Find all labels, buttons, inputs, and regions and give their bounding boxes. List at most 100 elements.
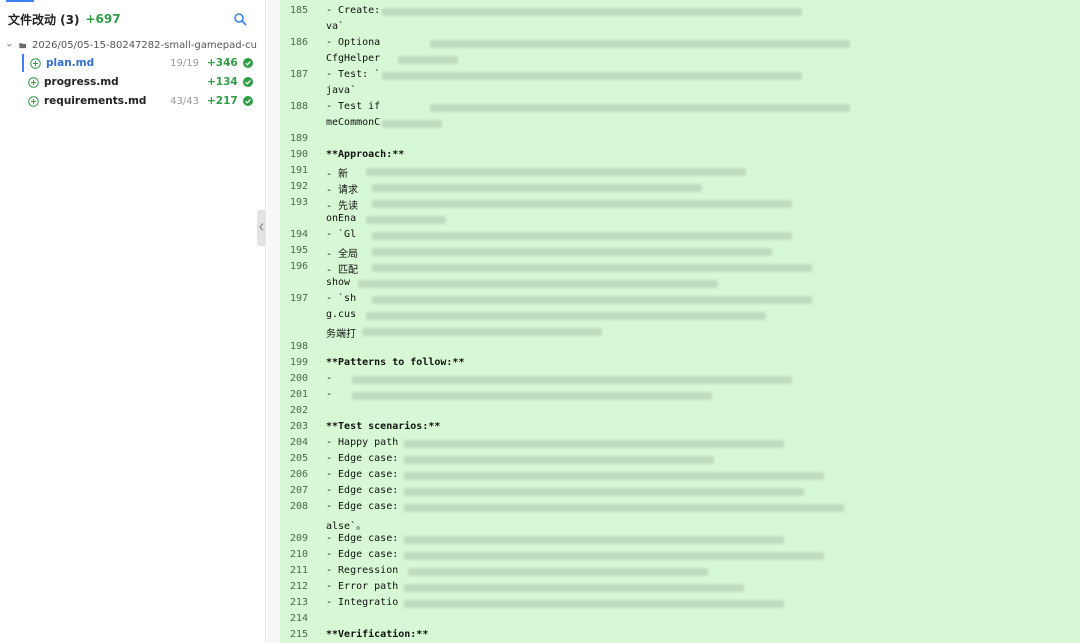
line-number: 209	[289, 533, 308, 544]
code-line: 务端打	[280, 324, 1080, 340]
total-additions: +697	[85, 12, 121, 26]
line-number: 191	[289, 165, 308, 176]
line-number: 203	[289, 421, 308, 432]
file-name: progress.md	[44, 76, 119, 88]
line-number: 188	[289, 101, 308, 112]
collapse-sidebar-handle[interactable]	[257, 210, 266, 246]
line-text: - Edge case:	[326, 485, 399, 496]
search-icon[interactable]	[233, 12, 247, 26]
line-text: **Patterns to follow:**	[326, 357, 465, 368]
line-number: 211	[289, 565, 308, 576]
code-line: onEna	[280, 212, 1080, 228]
line-text: - Edge case:	[326, 469, 399, 480]
file-progress-count: 43/43	[170, 95, 199, 107]
code-line: va`	[280, 20, 1080, 36]
added-file-icon	[28, 76, 39, 88]
code-line: 209 - Edge case:	[280, 532, 1080, 548]
line-text: - Create:	[326, 5, 387, 16]
file-additions: +217	[207, 95, 238, 107]
line-wrap-text: show	[326, 277, 351, 288]
code-line: 208 - Edge case:	[280, 500, 1080, 516]
line-number: 212	[289, 581, 308, 592]
code-line: 185 - Create:	[280, 4, 1080, 20]
code-line: 210 - Edge case:	[280, 548, 1080, 564]
code-line: 194 - `Gl	[280, 228, 1080, 244]
line-number: 196	[289, 261, 308, 272]
code-line: 193 - 先读	[280, 196, 1080, 212]
sidebar-title: 文件改动 (3)	[8, 12, 80, 27]
code-line: 206 - Edge case:	[280, 468, 1080, 484]
code-line: 202	[280, 404, 1080, 420]
redacted-text	[404, 536, 784, 544]
file-name: requirements.md	[44, 95, 147, 107]
redacted-text	[372, 296, 812, 304]
line-number: 197	[289, 293, 308, 304]
line-text: - 匹配	[326, 265, 359, 276]
folder-row[interactable]: 2026/05/05-15-80247282-small-gamepad-cu	[6, 37, 257, 53]
redacted-text	[382, 72, 802, 80]
check-circle-icon	[243, 77, 253, 87]
code-line: 213 - Integratio	[280, 596, 1080, 612]
line-number: 214	[289, 613, 308, 624]
file-item-requirements[interactable]: requirements.md 43/43 +217	[22, 92, 253, 110]
line-wrap-text: onEna	[326, 213, 357, 224]
redacted-text	[408, 568, 708, 576]
file-changes-sidebar: 文件改动 (3) +697 2026/05/05-15-80247282-sma…	[0, 0, 266, 643]
file-item-plan[interactable]: plan.md 19/19 +346	[22, 54, 253, 72]
line-text: **Verification:**	[326, 629, 429, 640]
line-number: 210	[289, 549, 308, 560]
code-line: 190 **Approach:**	[280, 148, 1080, 164]
line-text: - Error path	[326, 581, 399, 592]
added-file-icon	[28, 95, 39, 107]
line-number: 186	[289, 37, 308, 48]
line-wrap-text: 务端打	[326, 329, 356, 340]
code-line: 203 **Test scenarios:**	[280, 420, 1080, 436]
line-number: 213	[289, 597, 308, 608]
file-item-progress[interactable]: progress.md +134	[22, 73, 253, 91]
redacted-text	[358, 280, 718, 288]
line-number: 200	[289, 373, 308, 384]
line-text: - Edge case:	[326, 549, 399, 560]
code-line: 197 - `sh	[280, 292, 1080, 308]
file-additions: +134	[207, 76, 238, 88]
redacted-text	[366, 216, 446, 224]
line-number: 206	[289, 469, 308, 480]
redacted-text	[366, 312, 766, 320]
redacted-text	[372, 232, 792, 240]
redacted-text	[404, 472, 824, 480]
folder-name: 2026/05/05-15-80247282-small-gamepad-cu	[32, 39, 257, 51]
redacted-text	[404, 440, 784, 448]
redacted-text	[404, 584, 744, 592]
line-text: - 新	[326, 169, 349, 180]
code-line: alse`。	[280, 516, 1080, 532]
line-number: 201	[289, 389, 308, 400]
line-text: **Approach:**	[326, 149, 405, 160]
redacted-text	[398, 56, 458, 64]
line-text: - Integratio	[326, 597, 399, 608]
line-number: 215	[289, 629, 308, 640]
file-name: plan.md	[46, 57, 95, 69]
code-line: CfgHelper	[280, 52, 1080, 68]
file-progress-count: 19/19	[170, 57, 199, 69]
redacted-text	[372, 264, 812, 272]
line-number: 193	[289, 197, 308, 208]
code-line: 199 **Patterns to follow:**	[280, 356, 1080, 372]
code-line: meCommonC	[280, 116, 1080, 132]
chevron-left-icon	[259, 223, 264, 231]
file-additions: +346	[207, 57, 238, 69]
line-number: 189	[289, 133, 308, 144]
editor-gutter	[267, 0, 280, 643]
line-wrap-text: g.cus	[326, 309, 357, 320]
line-number: 198	[289, 341, 308, 352]
diff-editor[interactable]: 185 - Create: va` 186 - Optiona CfgHelper 187…	[280, 0, 1080, 643]
code-line: 201 -	[280, 388, 1080, 404]
line-text: - Edge case:	[326, 453, 399, 464]
redacted-text	[366, 168, 746, 176]
code-line: 198	[280, 340, 1080, 356]
redacted-text	[430, 104, 850, 112]
line-wrap-text: meCommonC	[326, 117, 381, 128]
redacted-text	[382, 8, 802, 16]
folder-icon	[19, 42, 26, 48]
line-number: 194	[289, 229, 308, 240]
chevron-down-icon[interactable]	[6, 40, 13, 50]
